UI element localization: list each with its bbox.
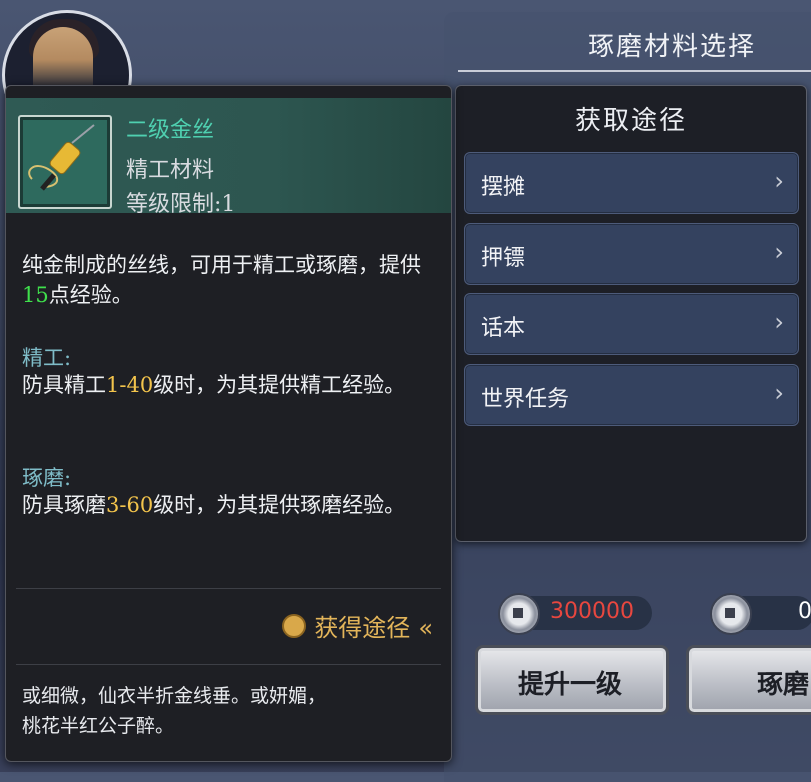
polish-button[interactable]: 琢磨 [686, 645, 811, 715]
chevron-right-icon: › [774, 238, 784, 266]
currency-value: 300000 [550, 599, 634, 624]
chevron-right-icon: › [774, 167, 784, 195]
currency-display-other: 0 [710, 593, 811, 635]
craft-heading: 精工: [22, 346, 72, 370]
polish-heading: 琢磨: [22, 466, 72, 490]
currency-value: 0 [798, 599, 811, 624]
coin-icon [498, 593, 540, 635]
source-item-label: 话本 [481, 316, 526, 341]
source-title: 获取途径 [574, 106, 687, 136]
item-header: 二级金丝 精工材料 等级限制:1 [6, 98, 451, 217]
polish-description: 防具琢磨3-60级时，为其提供琢磨经验。 [22, 493, 406, 517]
get-way-link[interactable]: 获得途径 « [282, 608, 433, 643]
source-item-story[interactable]: 话本 › [464, 293, 799, 355]
coin-icon [710, 593, 752, 635]
item-name: 二级金丝 [126, 118, 215, 143]
source-item-label: 押镖 [481, 246, 526, 271]
item-description: 纯金制成的丝线，可用于精工或琢磨，提供15点经验。 [22, 253, 421, 307]
divider [16, 588, 441, 589]
craft-description: 防具精工1-40级时，为其提供精工经验。 [22, 373, 406, 397]
currency-display-silver: 300000 [498, 593, 652, 635]
title-divider [458, 70, 811, 72]
source-item-world-quest[interactable]: 世界任务 › [464, 364, 799, 426]
upgrade-one-level-button[interactable]: 提升一级 [475, 645, 669, 715]
item-icon-frame [18, 115, 112, 209]
source-item-escort[interactable]: 押镖 › [464, 223, 799, 285]
chevron-right-icon: › [774, 308, 784, 336]
chevron-right-icon: › [774, 379, 784, 407]
source-popup: 获取途径 摆摊 › 押镖 › 话本 › 世界任务 › [455, 85, 807, 542]
gold-thread-icon [28, 124, 95, 191]
source-item-stall[interactable]: 摆摊 › [464, 152, 799, 214]
source-item-label: 摆摊 [481, 175, 526, 200]
source-icon [282, 614, 307, 638]
item-level-limit: 等级限制:1 [126, 192, 236, 217]
source-item-label: 世界任务 [481, 387, 570, 412]
divider [16, 664, 441, 665]
panel-title: 琢磨材料选择 [588, 32, 757, 62]
item-type: 精工材料 [126, 158, 215, 183]
button-label: 提升一级 [518, 670, 623, 700]
item-flavor-text: 或细微，仙衣半折金线垂。或妍媚， 桃花半红公子醉。 [22, 685, 327, 737]
item-tooltip: 二级金丝 精工材料 等级限制:1 纯金制成的丝线，可用于精工或琢磨，提供15点经… [5, 85, 452, 762]
button-label: 琢磨 [757, 670, 810, 700]
double-chevron-left-icon: « [418, 614, 433, 642]
